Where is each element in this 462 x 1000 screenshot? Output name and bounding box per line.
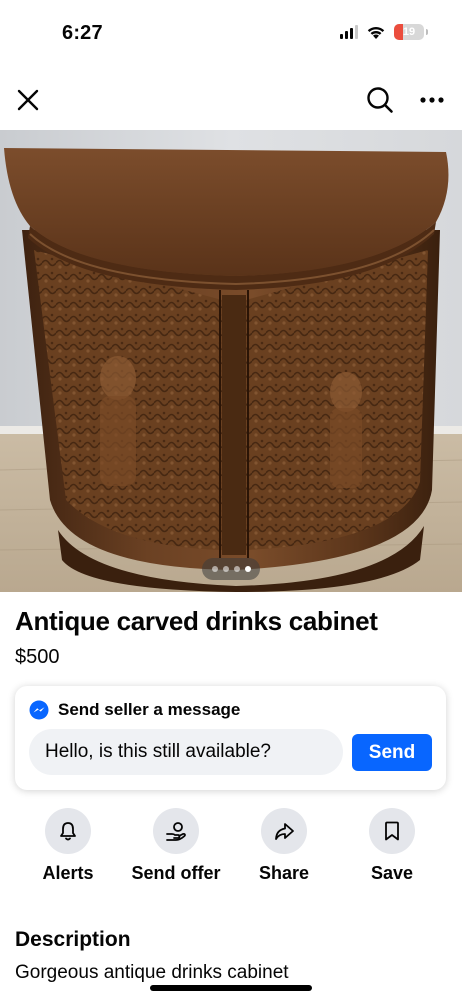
- status-time: 6:27: [62, 22, 103, 44]
- description-heading: Description: [15, 928, 131, 951]
- signal-icon: [340, 25, 358, 39]
- more-icon: [420, 97, 444, 103]
- listing-price: $500: [15, 646, 60, 668]
- listing-title: Antique carved drinks cabinet: [15, 606, 378, 636]
- bookmark-icon: [385, 821, 399, 841]
- send-offer-circle[interactable]: [153, 808, 199, 854]
- send-offer-label: Send offer: [131, 863, 221, 883]
- carousel-dot-active[interactable]: [244, 566, 251, 572]
- message-seller-card: Send seller a message Send: [15, 686, 446, 790]
- more-button[interactable]: [414, 82, 450, 118]
- send-button[interactable]: Send: [352, 734, 432, 771]
- close-button[interactable]: [10, 82, 46, 118]
- save-circle[interactable]: [369, 808, 415, 854]
- alerts-circle[interactable]: [45, 808, 91, 854]
- share-label: Share: [258, 863, 310, 883]
- share-icon: [275, 823, 294, 840]
- battery-icon: 19: [394, 24, 428, 40]
- top-nav: [0, 80, 462, 124]
- share-circle[interactable]: [261, 808, 307, 854]
- status-bar: 6:27 19: [0, 0, 462, 62]
- messenger-icon: [29, 700, 49, 720]
- description-text: Gorgeous antique drinks cabinet: [15, 962, 289, 983]
- home-indicator[interactable]: [150, 985, 312, 991]
- close-icon: [17, 89, 39, 111]
- wifi-icon: [367, 26, 385, 39]
- search-button[interactable]: [362, 82, 398, 118]
- search-icon: [367, 87, 393, 113]
- battery-level: 19: [402, 26, 416, 38]
- carousel-dot[interactable]: [211, 566, 218, 572]
- carousel-indicator[interactable]: [202, 558, 260, 580]
- send-offer-button[interactable]: Send offer: [121, 808, 231, 884]
- carousel-dot[interactable]: [233, 566, 240, 572]
- bell-icon: [60, 822, 76, 841]
- offer-icon: [166, 822, 186, 841]
- alerts-button[interactable]: Alerts: [13, 808, 123, 884]
- carousel-dot[interactable]: [222, 566, 229, 572]
- message-input[interactable]: [29, 729, 343, 775]
- status-icons: 19: [340, 24, 428, 40]
- save-label: Save: [370, 863, 414, 883]
- save-button[interactable]: Save: [337, 808, 447, 884]
- listing-photo[interactable]: [0, 130, 462, 592]
- action-row: Alerts Send offer Share Save: [0, 808, 462, 888]
- share-button[interactable]: Share: [229, 808, 339, 884]
- message-header: Send seller a message: [29, 700, 240, 720]
- cabinet-image: [0, 130, 462, 592]
- message-header-label: Send seller a message: [58, 700, 241, 719]
- alerts-label: Alerts: [42, 863, 94, 883]
